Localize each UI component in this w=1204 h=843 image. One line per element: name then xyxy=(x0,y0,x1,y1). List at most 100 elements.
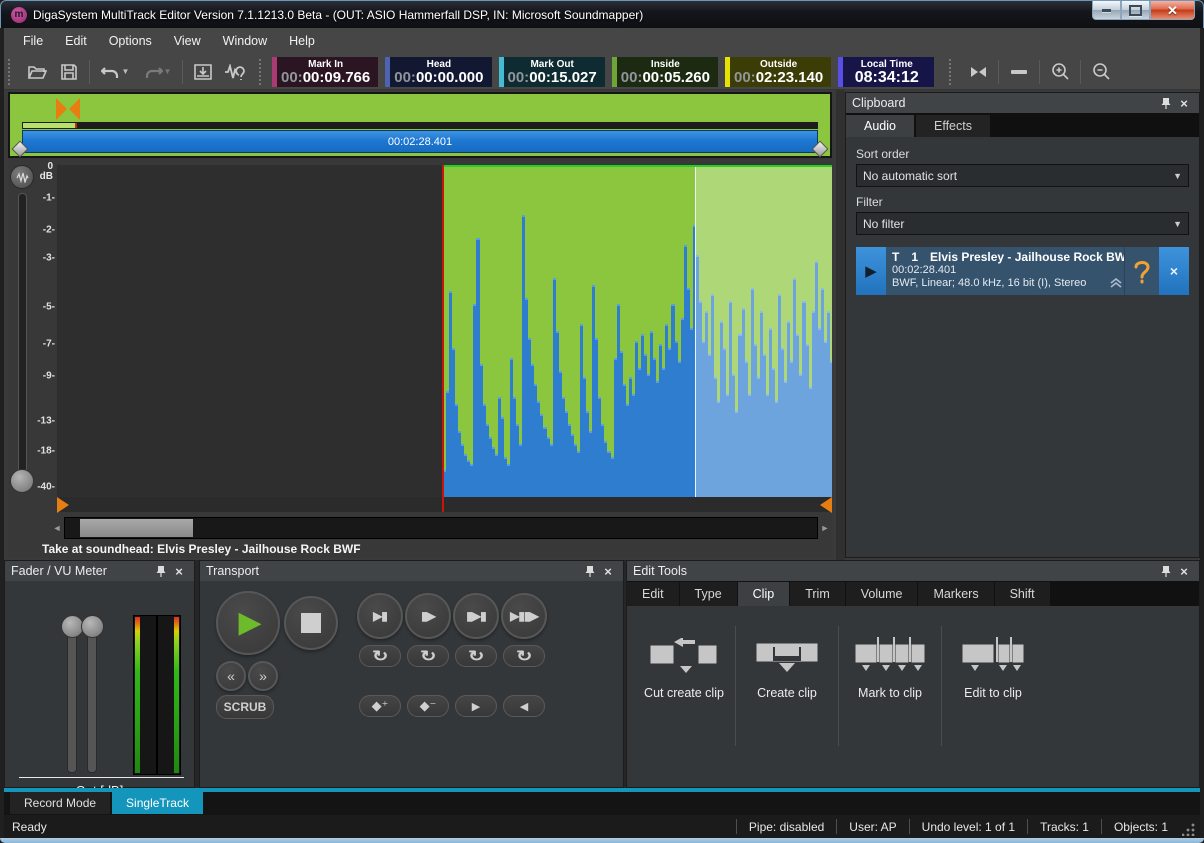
play-between-marks-button[interactable]: ▮▶▮ xyxy=(453,593,499,639)
window-title: DigaSystem MultiTrack Editor Version 7.1… xyxy=(33,8,643,22)
clipboard-close-icon[interactable]: × xyxy=(1175,95,1193,111)
menu-window[interactable]: Window xyxy=(212,30,278,52)
editor-fader-track[interactable] xyxy=(18,193,27,479)
open-button[interactable] xyxy=(23,59,51,85)
menu-options[interactable]: Options xyxy=(98,30,163,52)
scroll-right-arrow[interactable]: ► xyxy=(818,523,832,533)
collapse-chevrons-icon[interactable] xyxy=(1110,275,1122,293)
panel-close-icon[interactable]: × xyxy=(170,563,188,579)
track-remove-button[interactable]: × xyxy=(1159,247,1189,295)
prelisten-button[interactable] xyxy=(1124,247,1159,295)
scroll-thumb[interactable] xyxy=(80,519,193,537)
menu-help[interactable]: Help xyxy=(278,30,326,52)
audio-edit-button[interactable] xyxy=(221,59,249,85)
track-number: 1 xyxy=(911,250,918,264)
undo-dropdown-arrow[interactable]: ▼ xyxy=(122,67,130,76)
minus-button[interactable] xyxy=(1005,59,1033,85)
tab-shift[interactable]: Shift xyxy=(995,582,1050,606)
remove-marker-button[interactable]: ◆⁻ xyxy=(407,695,449,717)
minimize-icon xyxy=(1102,9,1111,12)
vertical-splitter[interactable] xyxy=(836,90,845,560)
menu-edit[interactable]: Edit xyxy=(54,30,98,52)
maximize-button[interactable] xyxy=(1121,1,1150,20)
play-from-mark-button[interactable]: ▮▶ xyxy=(405,593,451,639)
menu-view[interactable]: View xyxy=(163,30,212,52)
tab-clip[interactable]: Clip xyxy=(738,582,790,606)
time-field-mark-in[interactable]: Mark In 00:00:09.766 xyxy=(272,57,378,87)
tab-trim[interactable]: Trim xyxy=(790,582,845,606)
close-button[interactable]: ✕ xyxy=(1150,1,1195,20)
overview-mark-out-icon[interactable] xyxy=(69,98,80,120)
tool-mark-to-clip[interactable]: Mark to clip xyxy=(839,634,941,724)
green-level-line[interactable] xyxy=(443,165,832,167)
zoom-in-button[interactable] xyxy=(1046,59,1074,85)
prev-marker-button[interactable]: ◀ xyxy=(503,695,545,717)
out-fader-right[interactable] xyxy=(87,623,97,773)
gain-waveform-icon xyxy=(16,172,29,183)
forward-button[interactable]: » xyxy=(248,661,278,691)
stop-button[interactable] xyxy=(284,596,338,650)
play-to-mark-button[interactable]: ▶▮ xyxy=(357,593,403,639)
loop-button-3[interactable]: ↻ xyxy=(455,645,497,667)
play-around-mark-button[interactable]: ▶▮▮▶ xyxy=(501,593,547,639)
loop-button-4[interactable]: ↻ xyxy=(503,645,545,667)
tool-edit-to-clip[interactable]: Edit to clip xyxy=(942,634,1044,724)
tab-edit[interactable]: Edit xyxy=(627,582,679,606)
sort-order-select[interactable]: No automatic sort ▼ xyxy=(856,164,1189,187)
tool-cut-create-clip[interactable]: Cut create clip xyxy=(633,634,735,724)
time-field-outside[interactable]: Outside 00:02:23.140 xyxy=(725,57,831,87)
scrub-button[interactable]: SCRUB xyxy=(216,695,274,719)
tab-singletrack[interactable]: SingleTrack xyxy=(112,792,203,814)
time-field-inside[interactable]: Inside 00:00:05.260 xyxy=(612,57,718,87)
time-field-mark-out[interactable]: Mark Out 00:00:15.027 xyxy=(499,57,605,87)
vu-meter-left xyxy=(133,615,157,775)
sel-start-marker[interactable] xyxy=(57,497,69,513)
track-play-button[interactable]: ▶ xyxy=(856,247,886,295)
clipboard-track-item[interactable]: ▶ T 1 Elvis Presley - Jailhouse Rock BWF… xyxy=(856,247,1189,295)
scroll-left-arrow[interactable]: ◄ xyxy=(50,523,64,533)
pin-icon[interactable] xyxy=(152,563,170,579)
undo-button[interactable]: ▼ xyxy=(96,59,134,85)
overview-clip-bar[interactable]: 00:02:28.401 xyxy=(22,130,818,153)
out-fader-left[interactable] xyxy=(67,623,77,773)
overview-strip[interactable]: 00:02:28.401 xyxy=(8,92,832,158)
export-button[interactable] xyxy=(189,59,217,85)
add-marker-button[interactable]: ◆⁺ xyxy=(359,695,401,717)
resize-grip[interactable] xyxy=(1182,822,1196,836)
marker-row[interactable] xyxy=(57,497,832,512)
playhead[interactable] xyxy=(442,165,444,512)
play-button[interactable]: ▶ xyxy=(216,591,280,655)
time-field-local-time[interactable]: Local Time 08:34:12 xyxy=(838,57,934,87)
minimize-button[interactable] xyxy=(1092,1,1121,20)
overview-mark-in-icon[interactable] xyxy=(56,98,67,120)
tool-create-clip[interactable]: Create clip xyxy=(736,634,838,724)
sel-end-marker[interactable] xyxy=(820,497,832,513)
tab-volume[interactable]: Volume xyxy=(846,582,918,606)
waveform-canvas[interactable] xyxy=(57,165,832,497)
panel-close-icon[interactable]: × xyxy=(1175,563,1193,579)
play-to-mark-icon: ▶▮ xyxy=(373,609,387,623)
rewind-button[interactable]: « xyxy=(216,661,246,691)
editor-area: 00:02:28.401 0dB -1-2-3-5-7-9-13-18-40 xyxy=(8,92,832,558)
zoom-out-button[interactable] xyxy=(1087,59,1115,85)
filter-select[interactable]: No filter ▼ xyxy=(856,212,1189,235)
play-icon: ▶ xyxy=(865,262,877,280)
time-field-head[interactable]: Head 00:00:00.000 xyxy=(385,57,491,87)
loop-button-1[interactable]: ↻ xyxy=(359,645,401,667)
scroll-track[interactable] xyxy=(64,517,818,539)
save-button[interactable] xyxy=(55,59,83,85)
pin-icon[interactable] xyxy=(581,563,599,579)
tab-audio[interactable]: Audio xyxy=(846,115,914,137)
snap-markers-button[interactable] xyxy=(964,59,992,85)
pin-icon[interactable] xyxy=(1157,563,1175,579)
tab-effects[interactable]: Effects xyxy=(916,115,990,137)
tab-markers[interactable]: Markers xyxy=(918,582,993,606)
pin-icon[interactable] xyxy=(1157,95,1175,111)
next-marker-button[interactable]: ▶ xyxy=(455,695,497,717)
loop-button-2[interactable]: ↻ xyxy=(407,645,449,667)
horizontal-scrollbar[interactable]: ◄ ► xyxy=(50,518,832,538)
menu-file[interactable]: File xyxy=(12,30,54,52)
tab-type[interactable]: Type xyxy=(680,582,737,606)
panel-close-icon[interactable]: × xyxy=(599,563,617,579)
tab-record-mode[interactable]: Record Mode xyxy=(10,792,110,814)
